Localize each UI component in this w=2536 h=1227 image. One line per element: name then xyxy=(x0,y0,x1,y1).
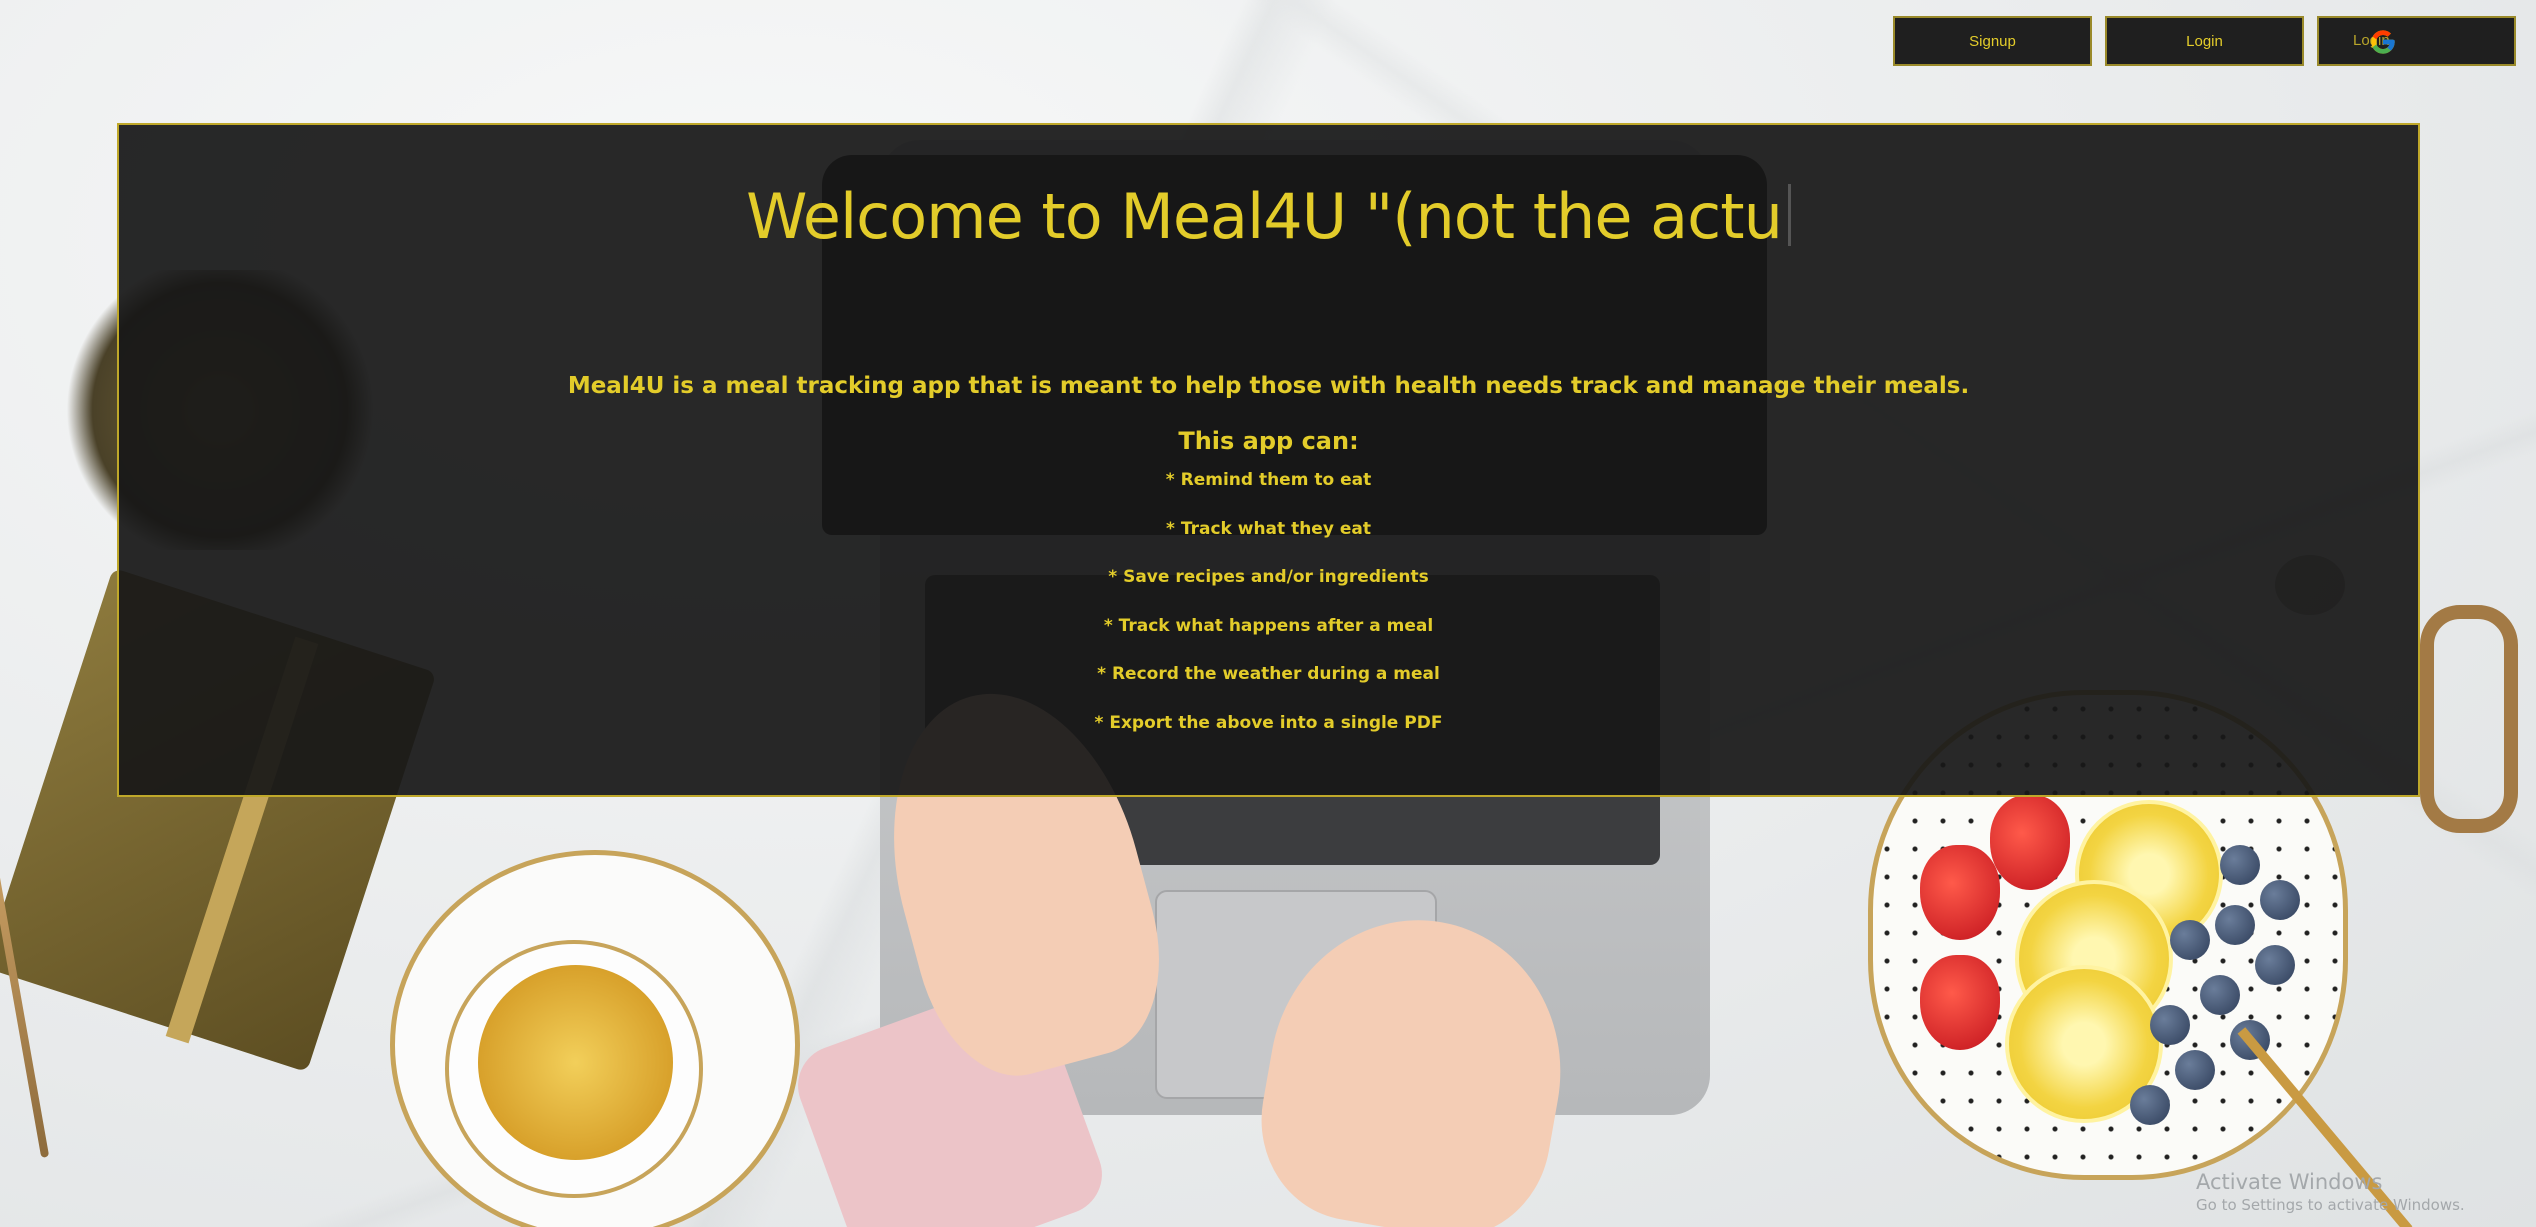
blueberry xyxy=(2150,1005,2190,1045)
blueberry xyxy=(2175,1050,2215,1090)
google-login-button[interactable]: Login xyxy=(2317,16,2516,66)
strawberry xyxy=(1990,795,2070,890)
feature-list: * Remind them to eat * Track what they e… xyxy=(119,470,2418,761)
blueberry xyxy=(2200,975,2240,1015)
windows-activation-watermark: Activate Windows Go to Settings to activ… xyxy=(2196,1170,2465,1214)
feature-item: * Track what happens after a meal xyxy=(1103,615,1434,636)
blueberry xyxy=(2170,920,2210,960)
feature-item: * Record the weather during a meal xyxy=(1097,664,1440,684)
typing-caret xyxy=(1787,184,1791,246)
blueberry xyxy=(2215,905,2255,945)
scissors-handle-decoration xyxy=(2420,605,2518,833)
intro-text: Meal4U is a meal tracking app that is me… xyxy=(567,373,1970,399)
feature-item: * Remind them to eat xyxy=(1165,470,1372,490)
watermark-subtitle: Go to Settings to activate Windows. xyxy=(2196,1196,2465,1214)
feature-item: * Save recipes and/or ingredients xyxy=(1108,567,1429,587)
auth-buttons: Signup Login Login xyxy=(1893,16,2516,66)
features-heading: This app can: xyxy=(1178,427,1359,455)
strawberry xyxy=(1920,845,2000,940)
welcome-panel: Welcome to Meal4U "(not the actu Meal4U … xyxy=(117,123,2420,797)
page-title-text: Welcome to Meal4U "(not the actu xyxy=(746,180,1783,253)
login-label: Login xyxy=(2186,32,2223,50)
feature-item: * Track what they eat xyxy=(1166,518,1371,539)
blueberry xyxy=(2130,1085,2170,1125)
blueberry xyxy=(2260,880,2300,920)
feature-item: * Export the above into a single PDF xyxy=(1094,712,1443,733)
signup-button[interactable]: Signup xyxy=(1893,16,2092,66)
login-button[interactable]: Login xyxy=(2105,16,2304,66)
tea-decoration xyxy=(478,965,673,1160)
watermark-title: Activate Windows xyxy=(2196,1170,2383,1194)
page-title: Welcome to Meal4U "(not the actu xyxy=(119,180,2418,253)
signup-label: Signup xyxy=(1969,32,2016,50)
blueberry xyxy=(2255,945,2295,985)
strawberry xyxy=(1920,955,2000,1050)
blueberry xyxy=(2220,845,2260,885)
google-icon xyxy=(2371,30,2395,54)
